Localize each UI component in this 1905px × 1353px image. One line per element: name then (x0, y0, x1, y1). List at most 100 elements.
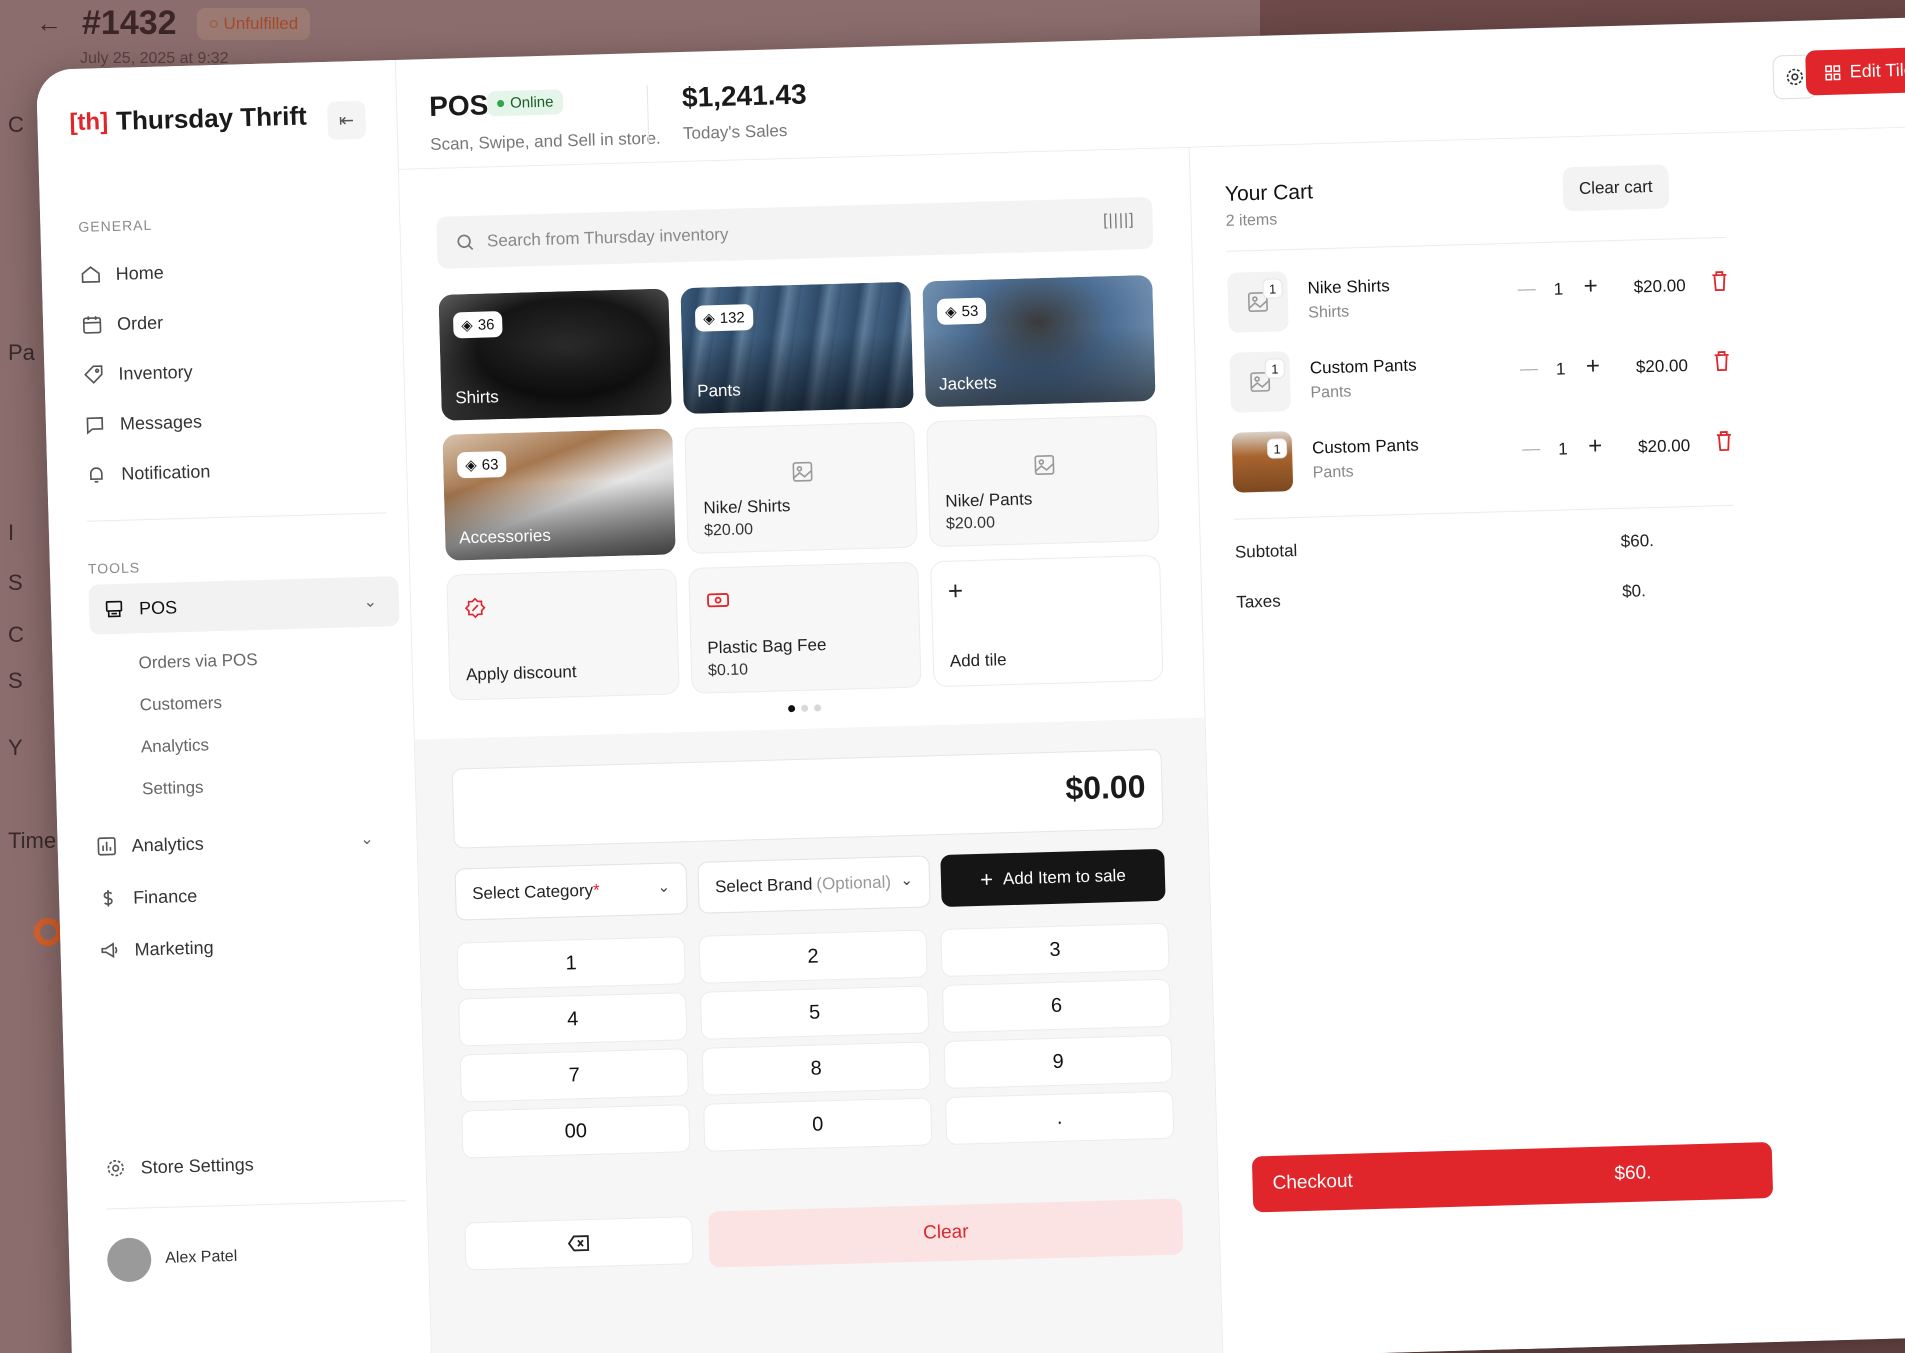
collapse-sidebar-button[interactable]: ⇤ (327, 100, 367, 140)
sidebar-item-label: Notification (121, 460, 211, 484)
background-status-badge: ○ Unfulfilled (196, 7, 311, 40)
background-letter: Y (8, 735, 23, 760)
plastic-bag-fee-tile[interactable]: Plastic Bag Fee $0.10 (688, 561, 922, 694)
tile-count-badge: ◈ 36 (452, 311, 503, 339)
online-dot-icon (497, 99, 505, 108)
add-item-to-sale-button[interactable]: + Add Item to sale (940, 848, 1166, 908)
sidebar-subitem-analytics[interactable]: Analytics (141, 735, 210, 757)
background-letter: Time (8, 828, 57, 853)
sidebar-item-home[interactable]: Home (79, 246, 380, 294)
sidebar-item-inventory[interactable]: Inventory (82, 346, 383, 394)
select-brand-label: Select Brand (714, 874, 813, 897)
category-tile-shirts[interactable]: ◈ 36 Shirts (438, 288, 672, 421)
category-tile-pants[interactable]: ◈ 132 Pants (680, 281, 914, 415)
keypad-key-00[interactable]: 00 (461, 1104, 691, 1159)
brand-logo[interactable]: [th] Thursday Thrift (69, 100, 307, 138)
trash-icon[interactable] (1716, 431, 1733, 452)
page-dot[interactable] (814, 704, 822, 712)
sidebar-subitem-customers[interactable]: Customers (140, 693, 223, 715)
apply-discount-tile[interactable]: Apply discount (446, 568, 680, 701)
decrease-quantity-button[interactable]: — (1520, 358, 1539, 379)
trash-icon[interactable] (1714, 351, 1731, 372)
search-input[interactable]: Search from Thursday inventory [||||] (436, 196, 1154, 269)
chevron-down-icon[interactable]: ⌄ (360, 829, 374, 849)
edit-tiles-button[interactable]: Edit Tiles (1805, 46, 1905, 96)
sidebar-subitem-orders-via-pos[interactable]: Orders via POS (138, 650, 258, 673)
edit-tiles-label: Edit Tiles (1849, 59, 1905, 82)
clear-button[interactable]: Clear (708, 1198, 1184, 1268)
cart-item-category: Pants (1312, 463, 1354, 482)
back-arrow-icon[interactable]: ← (36, 8, 62, 39)
sidebar-item-order[interactable]: Order (81, 296, 382, 344)
product-tile-price: $0.10 (707, 661, 749, 680)
sidebar-item-store-settings[interactable]: Store Settings (104, 1140, 405, 1188)
increase-quantity-button[interactable]: + (1586, 352, 1601, 380)
decrease-quantity-button[interactable]: — (1517, 278, 1536, 299)
keypad-key-9[interactable]: 9 (943, 1034, 1173, 1090)
tile-count: 132 (719, 308, 745, 327)
sidebar-item-label: POS (138, 596, 178, 618)
cart-item-category: Pants (1310, 383, 1352, 402)
sidebar-item-pos[interactable]: POS ⌄ (88, 576, 400, 635)
cart-item-price: $20.00 (1633, 276, 1686, 297)
sidebar-item-label: Order (116, 312, 164, 334)
megaphone-icon (101, 942, 118, 959)
page-dot-active[interactable] (788, 705, 796, 713)
keypad-key-6[interactable]: 6 (941, 978, 1172, 1034)
tile-count: 53 (961, 302, 979, 320)
optional-label: (Optional) (816, 872, 892, 894)
add-tile[interactable]: + Add tile (930, 554, 1164, 688)
cart-item: 1 Custom Pants Pants — 1 + $20.00 (1231, 418, 1754, 498)
add-tile-label: Add tile (949, 650, 1007, 671)
keypad-key-4[interactable]: 4 (458, 992, 688, 1047)
keypad-key-5[interactable]: 5 (699, 985, 930, 1040)
trash-icon[interactable] (1711, 271, 1728, 292)
checkout-button[interactable]: Checkout $60. (1251, 1141, 1774, 1213)
add-item-label: Add Item to sale (1002, 865, 1127, 889)
gear-icon (1786, 68, 1804, 86)
todays-sales-value: $1,241.43 (681, 78, 807, 113)
sidebar-item-notification[interactable]: Notification (85, 446, 386, 494)
keypad-key-0[interactable]: 0 (703, 1097, 933, 1152)
sidebar-item-analytics[interactable]: Analytics ⌄ (95, 818, 396, 866)
sidebar-subitem-settings[interactable]: Settings (142, 778, 204, 800)
user-profile[interactable]: Alex Patel (106, 1232, 408, 1283)
select-category-dropdown[interactable]: Select Category * ⌄ (454, 862, 688, 921)
sidebar-item-label: Finance (132, 885, 198, 908)
cart-item-name: Custom Pants (1309, 355, 1417, 378)
layers-icon: ◈ (702, 310, 715, 328)
keypad-key-2[interactable]: 2 (698, 929, 928, 984)
sidebar-item-label: Store Settings (140, 1153, 254, 1178)
keypad-key-7[interactable]: 7 (459, 1048, 689, 1103)
keypad-key-decimal[interactable]: . (945, 1090, 1175, 1146)
image-placeholder-icon (1034, 455, 1055, 475)
backspace-button[interactable] (464, 1216, 694, 1271)
page-indicator[interactable] (788, 704, 822, 713)
subtotal-value: $60. (1620, 531, 1655, 551)
sidebar-item-label: Inventory (118, 361, 193, 384)
required-asterisk: * (592, 880, 600, 900)
page-dot[interactable] (801, 704, 809, 712)
category-tile-jackets[interactable]: ◈ 53 Jackets (922, 274, 1156, 408)
keypad-key-3[interactable]: 3 (940, 922, 1170, 978)
keypad-key-8[interactable]: 8 (701, 1041, 931, 1096)
decrease-quantity-button[interactable]: — (1522, 438, 1541, 459)
keypad-key-1[interactable]: 1 (456, 936, 686, 991)
page-title: POS (428, 89, 489, 123)
select-brand-dropdown[interactable]: Select Brand (Optional) ⌄ (697, 855, 931, 914)
sidebar-item-marketing[interactable]: Marketing (98, 922, 399, 970)
increase-quantity-button[interactable]: + (1588, 432, 1603, 460)
barcode-scan-icon[interactable]: [||||] (1103, 211, 1135, 230)
background-order-title: #1432 (82, 4, 177, 42)
increase-quantity-button[interactable]: + (1583, 272, 1598, 300)
cart-item-name: Nike Shirts (1307, 276, 1391, 298)
chevron-up-icon[interactable]: ⌄ (363, 592, 377, 612)
clear-cart-button[interactable]: Clear cart (1562, 164, 1670, 212)
sidebar-item-messages[interactable]: Messages (83, 396, 384, 444)
category-tile-accessories[interactable]: ◈ 63 Accessories (442, 428, 676, 561)
product-tile-nike-pants[interactable]: Nike/ Pants $20.00 (926, 414, 1160, 548)
cart-divider (1226, 236, 1727, 252)
product-tile-nike-shirts[interactable]: Nike/ Shirts $20.00 (684, 421, 918, 554)
calendar-icon (82, 316, 102, 334)
sidebar-item-finance[interactable]: Finance (97, 870, 398, 918)
